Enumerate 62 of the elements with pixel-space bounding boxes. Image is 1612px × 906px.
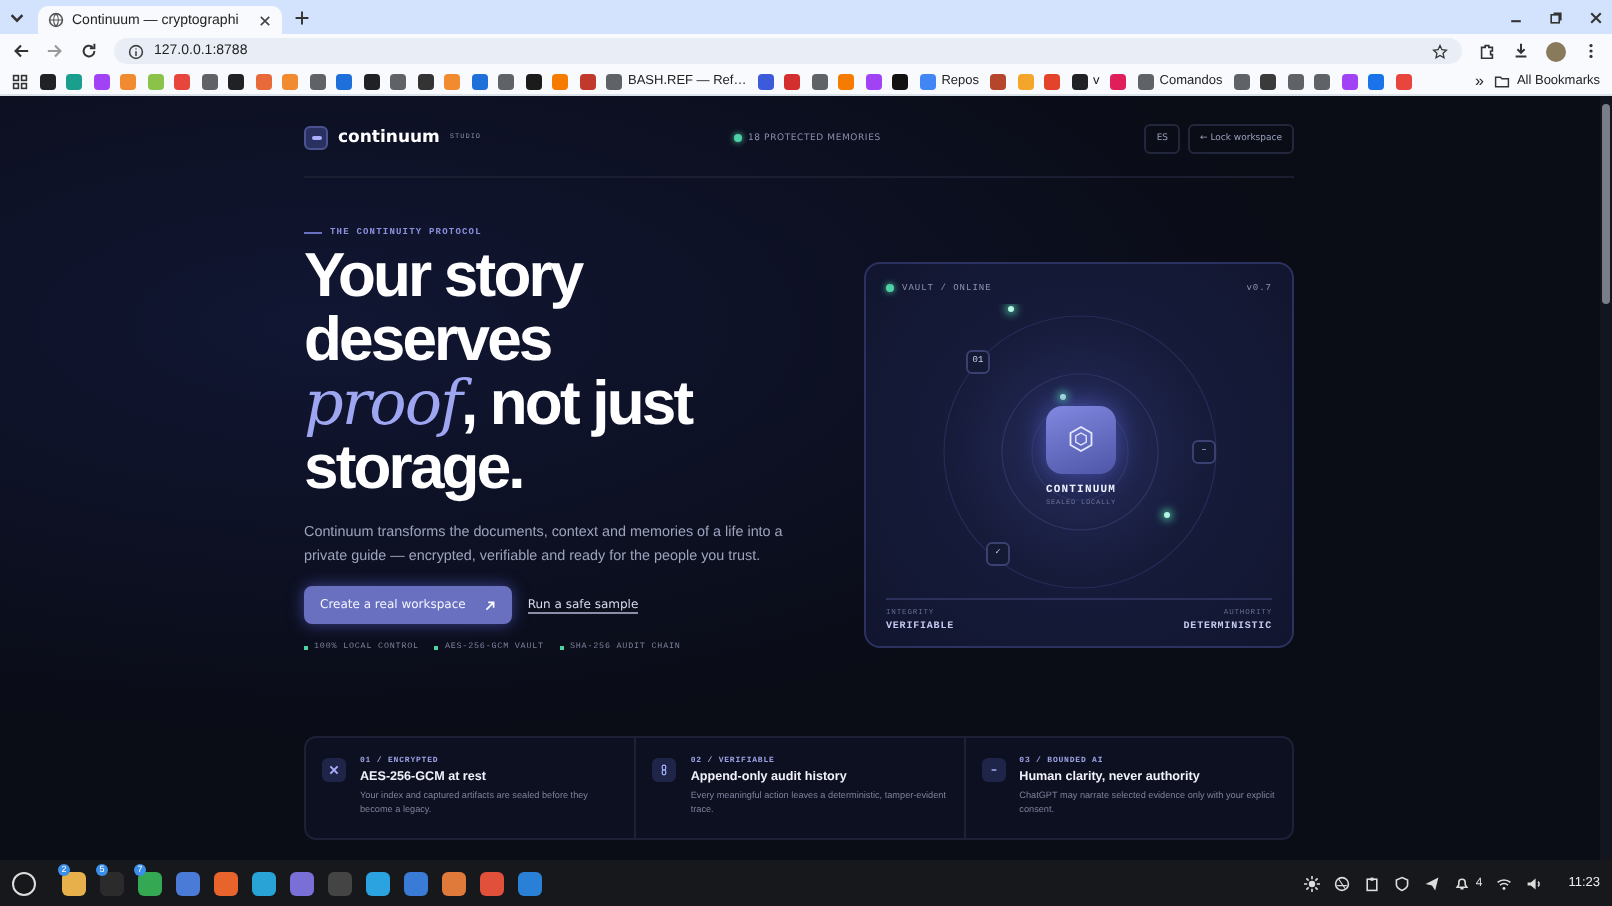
back-icon[interactable] (12, 42, 30, 60)
bookmark-icon[interactable] (228, 73, 244, 89)
profile-avatar[interactable] (1546, 41, 1566, 61)
bookmark-icon[interactable] (39, 73, 55, 89)
app-icon[interactable] (252, 871, 276, 895)
app-icon[interactable] (366, 871, 390, 895)
status-dot (886, 284, 894, 293)
scrollbar-thumb[interactable] (1602, 104, 1610, 304)
link-icon (652, 758, 677, 782)
restore-icon[interactable] (1548, 9, 1564, 25)
sun-icon[interactable] (1303, 875, 1320, 891)
app-icon[interactable] (100, 871, 124, 895)
bookmark-icon[interactable] (525, 73, 541, 89)
info-icon[interactable] (128, 43, 144, 59)
hexagon-icon (1066, 424, 1096, 455)
tab-list-icon[interactable] (8, 8, 26, 26)
clipboard-icon[interactable] (1363, 875, 1380, 891)
hero-heading-line: proof, not just (304, 372, 695, 436)
logo-icon (304, 126, 328, 150)
aperture-icon[interactable] (1333, 875, 1350, 891)
app-icon[interactable] (480, 871, 504, 895)
hero-heading-line: Your story (304, 244, 585, 308)
app-icon[interactable] (176, 871, 200, 895)
app-icon[interactable] (62, 871, 86, 895)
app-icon[interactable] (404, 871, 428, 895)
globe-icon (48, 12, 64, 28)
app-icon[interactable] (518, 871, 542, 895)
bell-icon (1453, 875, 1470, 891)
download-icon[interactable] (1512, 42, 1530, 60)
glow-dot (1164, 511, 1170, 518)
dash-icon (981, 758, 1006, 782)
glow-dot (1008, 305, 1014, 312)
bookmark-icon[interactable] (1260, 73, 1277, 89)
arrow-icon (483, 599, 496, 611)
glow-dot (1060, 393, 1066, 400)
bookmark-icon[interactable] (363, 73, 379, 89)
hero-heading-line: deserves (304, 308, 551, 372)
status-dot (734, 134, 742, 142)
hero-heading-line: storage. (304, 436, 525, 500)
app-icon[interactable] (290, 871, 314, 895)
app-icon[interactable] (214, 871, 238, 895)
wifi-icon[interactable] (1496, 875, 1513, 891)
star-icon[interactable] (1432, 43, 1448, 59)
app-icon[interactable] (442, 871, 466, 895)
cross-icon (322, 758, 346, 782)
close-icon[interactable] (1588, 9, 1604, 25)
apps-grid-icon[interactable] (12, 73, 28, 89)
new-tab-icon[interactable] (294, 9, 310, 25)
shield-icon[interactable] (1393, 875, 1410, 891)
reload-icon[interactable] (80, 42, 98, 60)
more-bookmarks-button[interactable]: » (1475, 72, 1484, 90)
forward-icon[interactable] (46, 42, 64, 60)
app-icon[interactable] (138, 871, 162, 895)
bookmark-icon[interactable] (417, 73, 433, 89)
send-icon[interactable] (1423, 875, 1440, 891)
volume-icon[interactable] (1526, 875, 1543, 891)
start-menu-icon[interactable] (12, 871, 36, 895)
brand-name: continuum (338, 128, 440, 148)
folder-icon (1494, 73, 1511, 89)
close-icon[interactable] (258, 13, 272, 27)
bookmark-icon[interactable] (892, 73, 909, 89)
extension-icon[interactable] (1478, 42, 1496, 60)
